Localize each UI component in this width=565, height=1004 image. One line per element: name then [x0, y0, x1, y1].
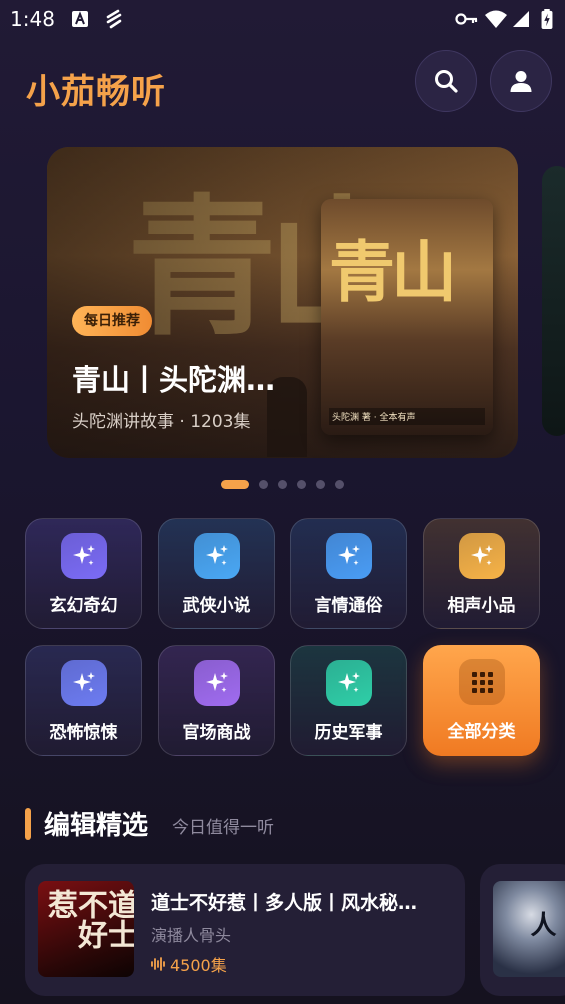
profile-button[interactable] [490, 50, 552, 112]
featured-banner[interactable]: 青山 青山 头陀渊 著 · 全本有声 每日推荐 青山丨头陀渊… 头陀渊讲故事 ·… [47, 147, 518, 458]
cover-title-art: 青山 [329, 233, 457, 311]
carousel-dot[interactable] [278, 480, 287, 489]
category-label: 武侠小说 [182, 596, 251, 616]
carousel-dot[interactable] [259, 480, 268, 489]
category-label: 全部分类 [447, 722, 516, 742]
editor-pick-card[interactable]: 道士不好惹 道士不好惹丨多人版丨风水秘… 演播人骨头 4500集 [25, 864, 465, 996]
banner-subtitle: 头陀渊讲故事 · 1203集 [72, 412, 251, 432]
category-6[interactable]: 官场商战 [158, 645, 275, 756]
episode-count-text: 4500集 [170, 956, 227, 975]
sparkle-icon [193, 660, 240, 706]
carousel-indicator [0, 480, 565, 490]
status-bar: 1:48 [0, 0, 565, 40]
data-saver-icon [106, 9, 122, 29]
section-accent-bar [25, 808, 31, 840]
category-label: 玄幻奇幻 [49, 596, 118, 616]
battery-icon [541, 9, 553, 29]
category-2[interactable]: 武侠小说 [158, 518, 275, 629]
search-button[interactable] [415, 50, 477, 112]
carousel-dot[interactable] [297, 480, 306, 489]
status-time: 1:48 [10, 7, 55, 31]
carousel-dot[interactable] [316, 480, 325, 489]
book-cover-image: 打更人 [493, 881, 565, 977]
category-8[interactable]: 全部分类 [423, 645, 540, 756]
category-5[interactable]: 恐怖惊悚 [25, 645, 142, 756]
user-icon [510, 71, 532, 92]
sparkle-icon [193, 533, 240, 579]
cellular-signal-icon [513, 11, 529, 27]
search-icon [435, 70, 458, 93]
cover-title-art: 道士不好惹 [42, 889, 134, 949]
cover-title-art: 打更人 [526, 911, 565, 963]
category-label: 相声小品 [447, 596, 516, 616]
banner-title: 青山丨头陀渊… [72, 363, 276, 397]
sparkle-icon [60, 660, 107, 706]
sound-wave-icon [151, 957, 165, 971]
sparkle-icon [325, 533, 372, 579]
next-banner-peek[interactable] [542, 166, 565, 436]
sparkle-icon [458, 533, 505, 579]
daily-recommend-badge: 每日推荐 [72, 306, 152, 336]
cover-caption: 头陀渊 著 · 全本有声 [329, 408, 485, 425]
category-label: 历史军事 [314, 723, 383, 743]
section-subtitle: 今日值得一听 [172, 818, 274, 838]
sparkle-icon [325, 660, 372, 706]
banner-cover-image[interactable]: 青山 头陀渊 著 · 全本有声 [321, 199, 493, 435]
category-7[interactable]: 历史军事 [290, 645, 407, 756]
episode-count: 4500集 [151, 952, 227, 976]
category-3[interactable]: 言情通俗 [290, 518, 407, 629]
book-narrator: 演播人骨头 [151, 926, 232, 945]
book-cover-image: 道士不好惹 [38, 881, 134, 977]
category-label: 言情通俗 [314, 596, 383, 616]
app-title: 小茄畅听 [26, 72, 166, 112]
carousel-dot[interactable] [221, 480, 249, 489]
section-title: 编辑精选 [44, 811, 149, 841]
sparkle-icon [60, 533, 107, 579]
grid-icon [458, 659, 505, 705]
carousel-dot[interactable] [335, 480, 344, 489]
wifi-icon [485, 10, 507, 28]
book-title: 道士不好惹丨多人版丨风水秘… [151, 892, 418, 914]
app-notification-icon [72, 11, 88, 27]
vpn-key-icon [455, 13, 478, 25]
category-label: 官场商战 [182, 723, 251, 743]
editor-pick-card[interactable]: 打更人 [480, 864, 565, 996]
category-1[interactable]: 玄幻奇幻 [25, 518, 142, 629]
category-4[interactable]: 相声小品 [423, 518, 540, 629]
category-label: 恐怖惊悚 [49, 723, 118, 743]
